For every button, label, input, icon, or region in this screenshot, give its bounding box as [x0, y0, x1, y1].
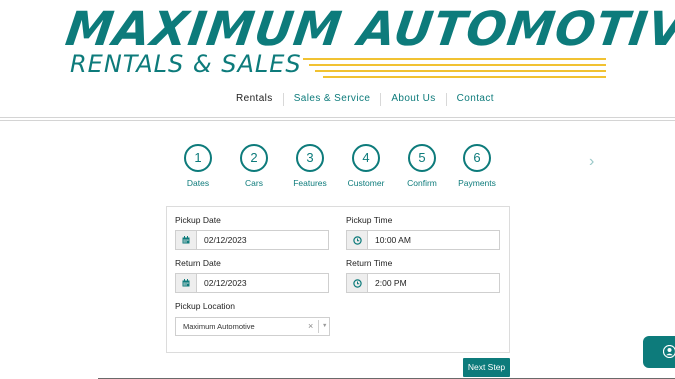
pickup-date-label: Pickup Date — [175, 215, 221, 225]
step-cars[interactable]: 2 Cars — [224, 143, 284, 188]
step-dates[interactable]: 1 Dates — [168, 143, 228, 188]
logo-subtitle: RENTALS & SALES — [70, 50, 302, 78]
header-divider — [0, 120, 675, 121]
return-time-input[interactable]: 2:00 PM — [368, 274, 499, 292]
return-time-label: Return Time — [346, 258, 393, 268]
logo-stripes — [303, 58, 606, 78]
step-payments[interactable]: 6 Payments — [447, 143, 507, 188]
chevron-down-icon[interactable]: ▼ — [322, 318, 327, 335]
step-label: Confirm — [407, 178, 437, 188]
pickup-time-input[interactable]: 10:00 AM — [368, 231, 499, 249]
step-confirm[interactable]: 5 Confirm — [392, 143, 452, 188]
select-divider — [318, 320, 319, 333]
user-icon — [663, 345, 675, 358]
step-label: Dates — [186, 178, 210, 188]
pickup-date-field[interactable]: 02/12/2023 — [175, 230, 329, 250]
step-label: Customer — [347, 178, 385, 188]
main-nav: Rentals Sales & Service About Us Contact — [226, 92, 504, 106]
clear-icon[interactable]: × — [308, 318, 313, 335]
pickup-location-label: Pickup Location — [175, 301, 236, 311]
logo-title: MAXIMUM AUTOMOTIVE — [62, 2, 675, 57]
calendar-icon — [176, 231, 197, 249]
nav-rentals[interactable]: Rentals — [226, 92, 283, 106]
nav-contact[interactable]: Contact — [447, 92, 504, 106]
nav-about-us[interactable]: About Us — [381, 92, 445, 106]
return-date-label: Return Date — [175, 258, 221, 268]
step-number: 2 — [240, 144, 268, 172]
clock-icon — [347, 231, 368, 249]
chevron-right-icon[interactable]: › — [589, 154, 599, 170]
return-date-input[interactable]: 02/12/2023 — [197, 274, 328, 292]
calendar-icon — [176, 274, 197, 292]
chat-widget-button[interactable] — [643, 336, 675, 368]
nav-sales-service[interactable]: Sales & Service — [284, 92, 381, 106]
step-number: 5 — [408, 144, 436, 172]
step-label: Features — [293, 178, 327, 188]
clock-icon — [347, 274, 368, 292]
step-number: 6 — [463, 144, 491, 172]
return-date-field[interactable]: 02/12/2023 — [175, 273, 329, 293]
step-number: 1 — [184, 144, 212, 172]
step-number: 4 — [352, 144, 380, 172]
step-number: 3 — [296, 144, 324, 172]
next-step-button[interactable]: Next Step — [463, 358, 510, 377]
booking-steps: 1 Dates 2 Cars 3 Features 4 Customer 5 C… — [0, 143, 675, 193]
step-customer[interactable]: 4 Customer — [336, 143, 396, 188]
logo: MAXIMUM AUTOMOTIVE RENTALS & SALES — [0, 0, 675, 88]
step-label: Payments — [458, 178, 496, 188]
pickup-time-field[interactable]: 10:00 AM — [346, 230, 500, 250]
step-label: Cars — [245, 178, 263, 188]
pickup-location-select[interactable]: Maximum Automotive × ▼ — [175, 317, 330, 336]
header-divider — [0, 117, 675, 118]
return-time-field[interactable]: 2:00 PM — [346, 273, 500, 293]
pickup-date-input[interactable]: 02/12/2023 — [197, 231, 328, 249]
step-features[interactable]: 3 Features — [280, 143, 340, 188]
pickup-time-label: Pickup Time — [346, 215, 393, 225]
pickup-location-value: Maximum Automotive — [183, 322, 255, 331]
